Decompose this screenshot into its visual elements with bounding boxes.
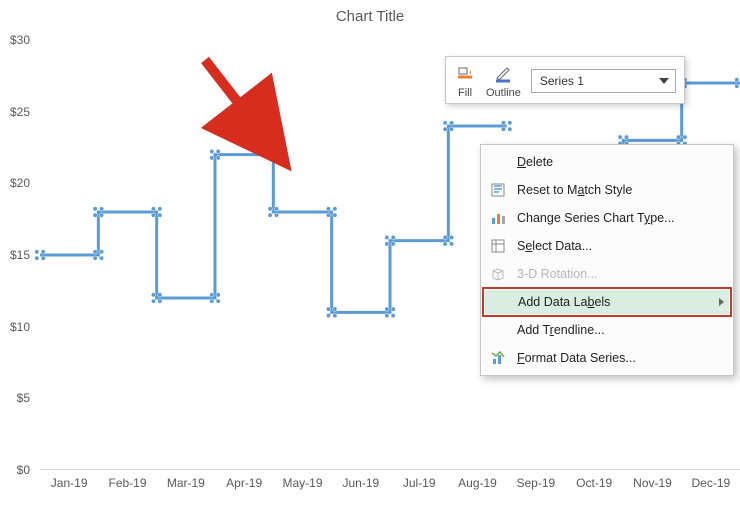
chevron-down-icon (659, 78, 669, 84)
fill-bucket-icon (454, 63, 476, 85)
x-tick-label: Nov-19 (633, 476, 672, 490)
x-tick-label: Jun-19 (342, 476, 379, 490)
x-tick-label: Dec-19 (691, 476, 730, 490)
x-tick-label: Sep-19 (516, 476, 555, 490)
y-tick-label: $0 (17, 463, 30, 477)
x-tick-label: Aug-19 (458, 476, 497, 490)
menu-add-trendline[interactable]: Add Trendline... (483, 316, 731, 344)
x-tick-label: Jul-19 (403, 476, 436, 490)
chart-type-icon (487, 209, 509, 227)
y-axis: $0$5$10$15$20$25$30 (0, 40, 36, 470)
outline-label: Outline (486, 87, 521, 99)
menu-select-data[interactable]: Select Data... (483, 232, 731, 260)
submenu-arrow-icon (719, 298, 724, 306)
menu-change-chart-type[interactable]: Change Series Chart Type... (483, 204, 731, 232)
menu-reset-match-style[interactable]: Reset to Match Style (483, 176, 731, 204)
y-tick-label: $10 (10, 320, 30, 334)
x-tick-label: Oct-19 (576, 476, 612, 490)
context-menu: Delete Reset to Match Style Change Serie… (480, 144, 734, 376)
chart-title[interactable]: Chart Title (0, 8, 740, 25)
y-tick-label: $5 (17, 391, 30, 405)
outline-pen-icon (492, 63, 514, 85)
cube-icon (487, 265, 509, 283)
x-axis: Jan-19 Feb-19 Mar-19 Apr-19 May-19 Jun-19 Jul-… (40, 476, 740, 496)
mini-format-toolbar: Fill Outline Series 1 (445, 56, 685, 104)
y-tick-label: $20 (10, 176, 30, 190)
series-selector-value: Series 1 (540, 74, 584, 88)
y-tick-label: $15 (10, 248, 30, 262)
menu-add-data-labels[interactable]: Add Data Labels (482, 287, 732, 317)
blank-icon (488, 293, 510, 311)
y-tick-label: $30 (10, 33, 30, 47)
menu-3d-rotation: 3-D Rotation... (483, 260, 731, 288)
menu-delete[interactable]: Delete (483, 148, 731, 176)
select-data-icon (487, 237, 509, 255)
x-tick-label: Mar-19 (167, 476, 205, 490)
x-tick-label: Feb-19 (108, 476, 146, 490)
reset-style-icon (487, 181, 509, 199)
x-tick-label: Jan-19 (51, 476, 88, 490)
chart-area: Chart Title $0 $5 $10 $15 $20 $25 $30 Jan-19 Fe… (0, 0, 740, 508)
format-series-icon (487, 349, 509, 367)
outline-button[interactable]: Outline (486, 63, 521, 99)
blank-icon (487, 321, 509, 339)
x-tick-label: May-19 (282, 476, 322, 490)
x-tick-label: Apr-19 (226, 476, 262, 490)
blank-icon (487, 153, 509, 171)
y-tick-label: $25 (10, 105, 30, 119)
menu-format-data-series[interactable]: Format Data Series... (483, 344, 731, 372)
fill-label: Fill (458, 87, 472, 99)
fill-button[interactable]: Fill (454, 63, 476, 99)
series-selector-dropdown[interactable]: Series 1 (531, 69, 676, 93)
